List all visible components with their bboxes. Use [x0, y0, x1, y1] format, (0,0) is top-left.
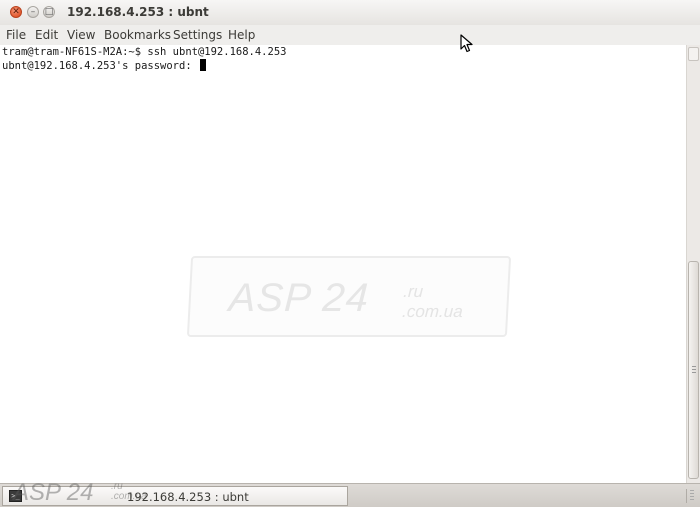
- menu-bar: File Edit View Bookmarks Settings Help: [0, 25, 700, 46]
- menu-view[interactable]: View: [67, 28, 95, 42]
- menu-edit[interactable]: Edit: [35, 28, 58, 42]
- taskbar-window-label: 192.168.4.253 : ubnt: [127, 490, 249, 504]
- menu-settings[interactable]: Settings: [173, 28, 222, 42]
- scrollbar-thumb[interactable]: [688, 261, 699, 479]
- taskbar-watermark-brand: ASP 24: [13, 479, 94, 506]
- watermark-brand: ASP 24: [227, 276, 371, 320]
- taskbar: >_ ASP 24 .ru .com.ua 192.168.4.253 : ub…: [0, 479, 700, 507]
- menu-bookmarks[interactable]: Bookmarks: [104, 28, 171, 42]
- watermark-domain-ua: .com.ua: [401, 302, 464, 321]
- scroll-up-button[interactable]: [688, 47, 699, 61]
- close-icon: ✕: [12, 7, 20, 17]
- menu-file[interactable]: File: [6, 28, 26, 42]
- mouse-pointer-icon: [460, 34, 473, 53]
- taskbar-window-button[interactable]: >_ ASP 24 .ru .com.ua 192.168.4.253 : ub…: [2, 479, 348, 506]
- title-bar[interactable]: ✕ – □ 192.168.4.253 : ubnt: [0, 0, 700, 26]
- menu-help[interactable]: Help: [228, 28, 255, 42]
- minimize-icon: –: [30, 7, 36, 17]
- grip-line: [692, 366, 696, 367]
- taskbar-handle[interactable]: [686, 489, 697, 503]
- window-title: 192.168.4.253 : ubnt: [67, 5, 209, 19]
- password-prompt-text: ubnt@192.168.4.253's password:: [2, 60, 198, 72]
- vertical-scrollbar[interactable]: [686, 45, 700, 483]
- terminal-line-command: tram@tram-NF61S-M2A:~$ ssh ubnt@192.168.…: [2, 46, 286, 59]
- grip-line: [692, 369, 696, 370]
- command-text: tram@tram-NF61S-M2A:~$ ssh ubnt@192.168.…: [2, 46, 287, 58]
- close-window-button[interactable]: ✕: [10, 6, 22, 18]
- terminal-area[interactable]: tram@tram-NF61S-M2A:~$ ssh ubnt@192.168.…: [0, 45, 686, 483]
- watermark: ASP 24 .ru .com.ua: [186, 256, 512, 337]
- terminal-line-password-prompt: ubnt@192.168.4.253's password:: [2, 59, 206, 73]
- grip-line: [692, 372, 696, 373]
- minimize-window-button[interactable]: –: [27, 6, 39, 18]
- maximize-icon: □: [44, 7, 54, 17]
- watermark-domain-ru: .ru: [402, 282, 424, 301]
- text-cursor: [199, 59, 206, 71]
- terminal-window: ✕ – □ 192.168.4.253 : ubnt File Edit Vie…: [0, 0, 700, 483]
- maximize-window-button[interactable]: □: [43, 6, 55, 18]
